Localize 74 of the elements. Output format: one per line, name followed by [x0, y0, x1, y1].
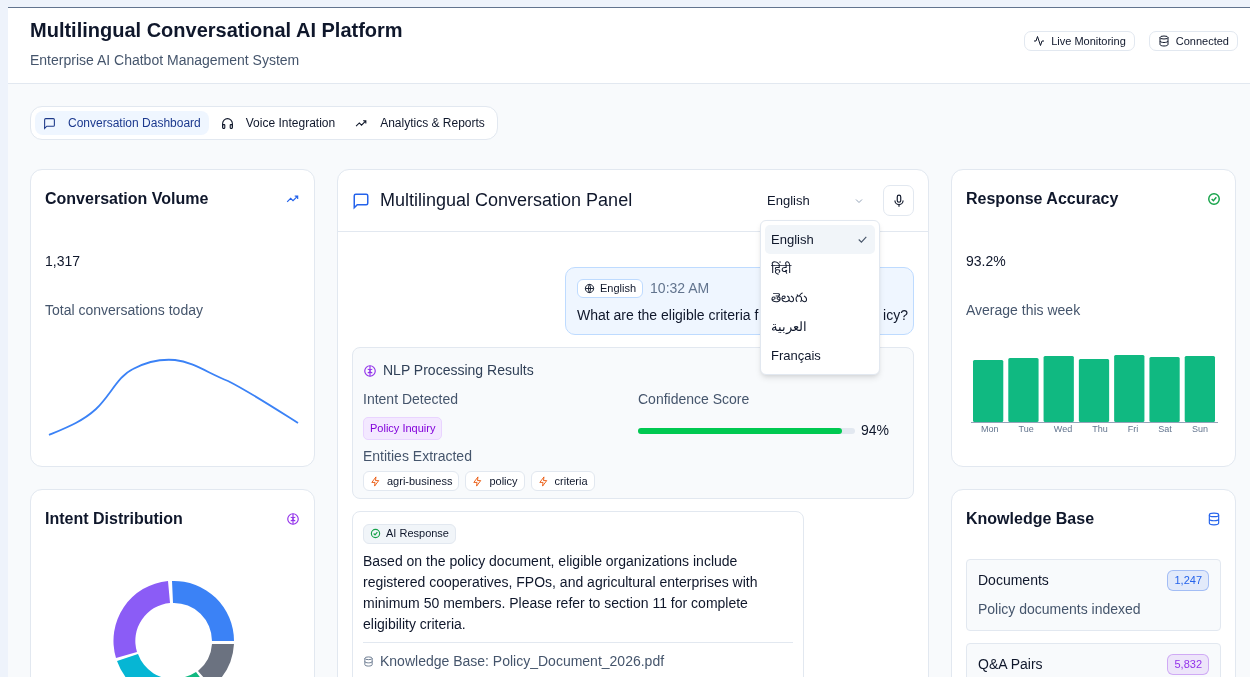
ai-response-tag: AI Response [363, 523, 456, 544]
database-icon [1207, 512, 1221, 526]
entities-label: Entities Extracted [363, 447, 473, 466]
card-title: Conversation Volume [45, 189, 209, 209]
lightning-icon [472, 475, 484, 487]
entity-tag: criteria [530, 471, 595, 491]
language-option[interactable]: हिंदी [765, 254, 875, 283]
language-tag: English [577, 279, 644, 298]
accuracy-bar [973, 360, 1004, 422]
confidence-label: Confidence Score [638, 390, 751, 409]
globe-icon [584, 283, 595, 294]
message-time: 10:32 AM [650, 279, 710, 298]
day-label: Wed [1053, 423, 1073, 436]
conversation-count: 1,317 [45, 252, 82, 271]
message-text: What are the eligible criteria f [577, 306, 759, 325]
item-name: Documents [978, 571, 1049, 590]
status-badge: Connected [1148, 31, 1238, 51]
tab[interactable]: Analytics & Reports [347, 111, 493, 135]
item-description: Policy documents indexed [978, 600, 1142, 619]
accuracy-bar [1043, 356, 1074, 422]
day-label: Mon [981, 423, 999, 436]
database-icon [363, 656, 374, 667]
entity-tag: policy [465, 471, 525, 491]
source-text: Knowledge Base: Policy_Document_2026.pdf [380, 652, 665, 671]
accuracy-caption: Average this week [966, 301, 1082, 320]
accuracy-bar [1114, 355, 1145, 422]
card-title: Intent Distribution [45, 509, 183, 529]
intent-tag: Policy Inquiry [363, 417, 443, 440]
lightning-icon [537, 475, 549, 487]
database-icon [1157, 35, 1170, 47]
card-title: Knowledge Base [966, 509, 1095, 529]
status-badge: Live Monitoring [1024, 31, 1135, 51]
headphones-icon [220, 116, 234, 130]
language-select[interactable]: English [758, 185, 873, 216]
tab[interactable]: Voice Integration [212, 111, 344, 135]
day-label: Sun [1191, 423, 1208, 436]
microphone-icon [891, 193, 906, 208]
language-option[interactable]: తెలుగు [765, 283, 875, 312]
chat-bubble-icon [352, 191, 370, 210]
day-label: Fri [1127, 423, 1139, 436]
count-badge: 1,247 [1167, 570, 1209, 591]
language-option[interactable]: العربية [765, 312, 875, 341]
panel-title: Multilingual Conversation Panel [380, 189, 633, 212]
page-title: Multilingual Conversational AI Platform [30, 18, 403, 42]
accuracy-bar [1184, 356, 1215, 422]
intent-label: Intent Detected [363, 390, 459, 409]
brain-icon [286, 512, 300, 526]
day-label: Thu [1092, 423, 1108, 436]
activity-icon [1033, 35, 1046, 47]
entity-tag: agri-business [363, 471, 460, 491]
brain-icon [363, 363, 377, 378]
ai-response-text: Based on the policy document, eligible organizations include registered cooperatives, FPOs, and agricultural enterprises with minimum 50 members. Please refer to section 11 for complete eligibility criteria. [363, 552, 759, 634]
chat-bubble-icon [43, 116, 56, 130]
language-option[interactable]: Français [765, 341, 875, 370]
lightning-icon [370, 475, 381, 487]
confidence-value: 94% [861, 421, 890, 440]
check-circle-icon [1207, 192, 1221, 206]
count-badge: 5,832 [1167, 654, 1209, 675]
accuracy-bar [1078, 359, 1110, 422]
accuracy-bar [1149, 357, 1180, 422]
accuracy-value: 93.2% [966, 252, 1007, 271]
tab[interactable]: Conversation Dashboard [35, 111, 209, 135]
check-circle-icon [370, 528, 381, 539]
conversation-caption: Total conversations today [45, 301, 204, 320]
microphone-button[interactable] [883, 185, 914, 216]
page-subtitle: Enterprise AI Chatbot Management System [30, 51, 301, 70]
accuracy-bar [1008, 358, 1039, 422]
message-text: icy? [883, 306, 908, 325]
day-label: Sat [1158, 423, 1172, 436]
day-label: Tue [1018, 423, 1034, 436]
item-name: Q&A Pairs [978, 655, 1043, 674]
language-option[interactable]: English [765, 225, 875, 254]
nlp-title: NLP Processing Results [383, 361, 534, 380]
card-title: Response Accuracy [966, 189, 1119, 209]
